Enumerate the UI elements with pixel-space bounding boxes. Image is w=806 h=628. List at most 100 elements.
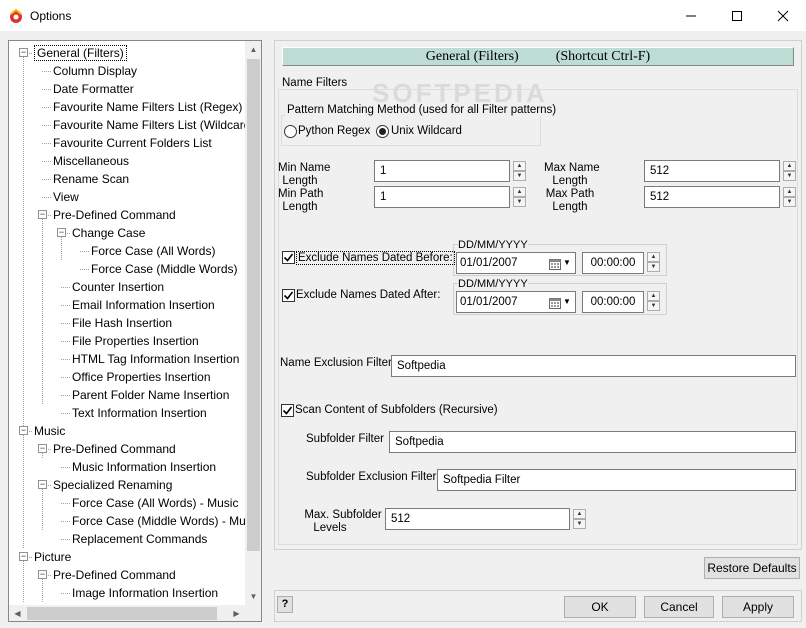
max-subfolder-spinner[interactable]: ▲ ▼ — [573, 509, 586, 529]
tree-item[interactable]: Favourite Name Filters List (Wildcard) — [53, 116, 245, 134]
tree-item[interactable]: Parent Folder Name Insertion — [72, 386, 229, 404]
spin-up-icon[interactable]: ▲ — [647, 291, 660, 301]
min-name-length-input[interactable]: 1 — [374, 160, 510, 182]
tree-item[interactable]: Date Formatter — [53, 80, 134, 98]
scroll-thumb[interactable] — [247, 59, 260, 551]
max-name-spinner[interactable]: ▲ ▼ — [783, 161, 796, 181]
tree-item[interactable]: Column Display — [53, 62, 137, 80]
chevron-down-icon[interactable]: ▼ — [563, 253, 571, 273]
max-path-spinner[interactable]: ▲ ▼ — [783, 187, 796, 207]
spin-up-icon[interactable]: ▲ — [513, 187, 526, 197]
tree-item[interactable]: Image Information Insertion — [72, 584, 218, 602]
help-button[interactable]: ? — [277, 596, 293, 613]
tree-item[interactable]: Music Information Insertion — [72, 458, 216, 476]
tree-item[interactable]: Miscellaneous — [53, 152, 129, 170]
tree-item[interactable]: Picture — [34, 548, 71, 566]
options-tree[interactable]: − General (Filters) Column Display Date For… — [8, 40, 262, 622]
tree-item[interactable]: View — [53, 188, 79, 206]
collapse-icon[interactable]: − — [38, 444, 47, 453]
collapse-icon[interactable]: − — [19, 48, 28, 57]
collapse-icon[interactable]: − — [19, 426, 28, 435]
subfolder-filter-input[interactable]: Softpedia — [389, 431, 796, 453]
collapse-icon[interactable]: − — [38, 480, 47, 489]
tree-item[interactable]: Counter Insertion — [72, 278, 164, 296]
collapse-icon[interactable]: − — [57, 228, 66, 237]
min-name-spinner[interactable]: ▲ ▼ — [513, 161, 526, 181]
tree-item[interactable]: Force Case (All Words) - Music — [72, 494, 238, 512]
scroll-down-icon[interactable]: ▼ — [245, 588, 261, 605]
python-regex-radio[interactable] — [284, 125, 297, 138]
spin-up-icon[interactable]: ▲ — [647, 252, 660, 262]
tree-item[interactable]: Force Case (All Words) — [91, 242, 215, 260]
tree-vertical-scrollbar[interactable]: ▲ ▼ — [245, 41, 261, 605]
min-path-length-input[interactable]: 1 — [374, 186, 510, 208]
chevron-down-icon[interactable]: ▼ — [563, 292, 571, 312]
after-time-spinner[interactable]: ▲ ▼ — [647, 291, 660, 311]
spin-up-icon[interactable]: ▲ — [783, 161, 796, 171]
minimize-button[interactable] — [668, 0, 714, 31]
tree-item[interactable]: Specialized Renaming — [53, 476, 172, 494]
spin-down-icon[interactable]: ▼ — [513, 197, 526, 207]
scroll-thumb-horizontal[interactable] — [27, 607, 217, 620]
tree-item[interactable]: Office Properties Insertion — [72, 368, 211, 386]
spin-up-icon[interactable]: ▲ — [513, 161, 526, 171]
unix-wildcard-radio[interactable] — [376, 125, 389, 138]
restore-defaults-button[interactable]: Restore Defaults — [704, 557, 800, 579]
spin-down-icon[interactable]: ▼ — [513, 171, 526, 181]
tree-guide-line — [61, 377, 70, 378]
tree-item[interactable]: Text Information Insertion — [72, 404, 207, 422]
calendar-icon[interactable] — [549, 257, 561, 277]
tree-item[interactable]: Favourite Current Folders List — [53, 134, 212, 152]
max-name-length-input[interactable]: 512 — [644, 160, 780, 182]
spin-down-icon[interactable]: ▼ — [783, 197, 796, 207]
scroll-right-icon[interactable]: ▶ — [228, 605, 245, 621]
collapse-icon[interactable]: − — [38, 570, 47, 579]
spin-up-icon[interactable]: ▲ — [783, 187, 796, 197]
tree-item[interactable]: Replacement Commands — [72, 530, 207, 548]
max-path-length-input[interactable]: 512 — [644, 186, 780, 208]
scroll-up-icon[interactable]: ▲ — [245, 41, 261, 58]
tree-item[interactable]: Email Information Insertion — [72, 296, 215, 314]
tree-horizontal-scrollbar[interactable]: ◀ ▶ — [9, 605, 245, 621]
spin-down-icon[interactable]: ▼ — [647, 262, 660, 272]
spin-down-icon[interactable]: ▼ — [573, 519, 586, 529]
tree-item[interactable]: Force Case (Middle Words) - Music — [72, 512, 245, 530]
after-date-picker[interactable]: 01/01/2007 ▼ — [456, 291, 576, 313]
tree-item[interactable]: General (Filters) — [34, 44, 127, 62]
cancel-button[interactable]: Cancel — [644, 596, 714, 618]
collapse-icon[interactable]: − — [38, 210, 47, 219]
tree-item[interactable]: Pre-Defined Command — [53, 206, 176, 224]
collapse-icon[interactable]: − — [19, 552, 28, 561]
max-subfolder-levels-input[interactable]: 512 — [385, 508, 570, 530]
scroll-left-icon[interactable]: ◀ — [9, 605, 26, 621]
ok-button[interactable]: OK — [564, 596, 636, 618]
maximize-icon — [732, 10, 742, 21]
tree-item[interactable]: Music — [34, 422, 65, 440]
name-exclusion-input[interactable]: Softpedia — [391, 355, 796, 377]
tree-item[interactable]: Rename Scan — [53, 170, 129, 188]
scan-subfolders-checkbox[interactable] — [281, 404, 294, 417]
before-time-spinner[interactable]: ▲ ▼ — [647, 252, 660, 272]
spin-down-icon[interactable]: ▼ — [647, 301, 660, 311]
tree-item[interactable]: File Hash Insertion — [72, 314, 172, 332]
subfolder-exclusion-input[interactable]: Softpedia Filter — [437, 469, 796, 491]
spin-down-icon[interactable]: ▼ — [783, 171, 796, 181]
tree-item[interactable]: HTML Tag Information Insertion — [72, 350, 239, 368]
exclude-after-checkbox[interactable] — [282, 289, 295, 302]
tree-item[interactable]: Pre-Defined Command — [53, 566, 176, 584]
apply-button[interactable]: Apply — [722, 596, 794, 618]
tree-item[interactable]: Change Case — [72, 224, 145, 242]
close-button[interactable] — [760, 0, 806, 31]
tree-item[interactable]: Pre-Defined Command — [53, 440, 176, 458]
before-date-picker[interactable]: 01/01/2007 ▼ — [456, 252, 576, 274]
min-path-spinner[interactable]: ▲ ▼ — [513, 187, 526, 207]
spin-up-icon[interactable]: ▲ — [573, 509, 586, 519]
before-time-input[interactable]: 00:00:00 — [582, 252, 644, 274]
tree-item[interactable]: Force Case (Middle Words) — [91, 260, 237, 278]
tree-item[interactable]: Favourite Name Filters List (Regex) — [53, 98, 242, 116]
calendar-icon[interactable] — [549, 296, 561, 316]
maximize-button[interactable] — [714, 0, 760, 31]
tree-item[interactable]: File Properties Insertion — [72, 332, 199, 350]
exclude-before-checkbox[interactable] — [282, 251, 295, 264]
after-time-input[interactable]: 00:00:00 — [582, 291, 644, 313]
